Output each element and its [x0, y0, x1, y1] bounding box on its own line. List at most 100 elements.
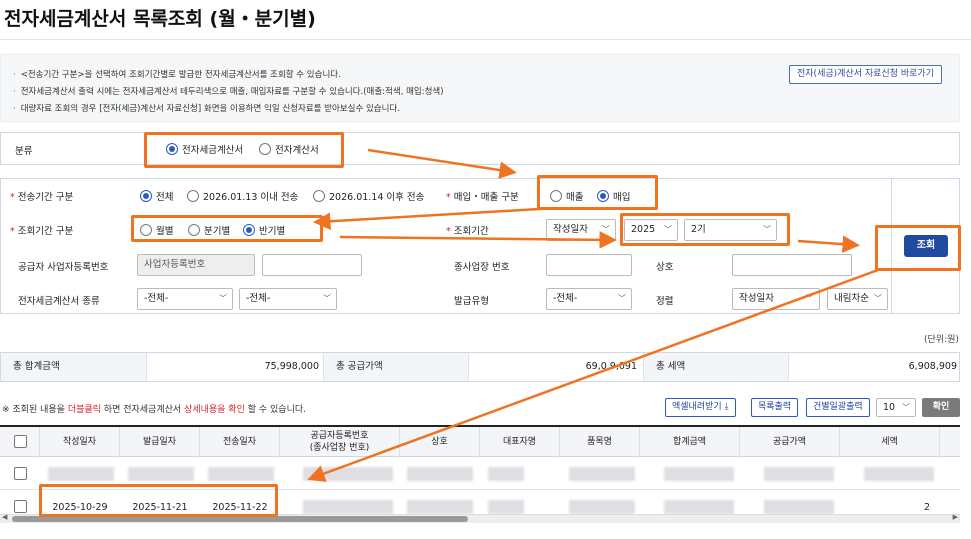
supplier-reg-label: 공급자 사업자등록번호 [18, 262, 109, 273]
blurred-cell [664, 467, 734, 481]
notice-line: 대량자료 조회의 경우 [전자(세금)계산서 자료신청] 화면을 이용하면 익일… [13, 101, 444, 118]
sort-order-select[interactable]: 내림차순 ﹀ [827, 288, 888, 310]
radio-monthly[interactable]: 월별 [140, 223, 173, 237]
confirm-button[interactable]: 확인 [922, 398, 960, 417]
title-divider [0, 39, 971, 40]
invoice-kind-label: 전자세금계산서 종류 [18, 296, 100, 307]
total-amount-label: 총 합계금액 [1, 353, 147, 381]
chevron-down-icon: ﹀ [219, 294, 227, 303]
search-panel-divider [891, 178, 892, 314]
invoice-table: 작성일자 발급일자 전송일자 공급자등록번호 (종사업장 번호) 상호 대표자명… [0, 425, 960, 525]
invoice-kind-select-2[interactable]: -전체- ﹀ [239, 288, 337, 310]
header-cell[interactable]: 공급가액 [740, 427, 840, 457]
blurred-cell [864, 467, 934, 481]
blurred-cell [664, 500, 734, 514]
term-select[interactable]: 2기 ﹀ [684, 219, 777, 241]
notice-line: 전자세금계산서 출력 시에는 전자세금계산서 테두리색으로 매출, 매입자료를 … [13, 84, 444, 101]
blurred-cell [488, 467, 524, 481]
summary-bar: 총 합계금액 75,998,000 총 공급가액 69,0 9,091 총 세액… [0, 352, 960, 382]
radio-send-before[interactable]: 2026.01.13 이내 전송 [187, 189, 298, 203]
issue-type-select[interactable]: -전체- ﹀ [546, 288, 632, 310]
company-name-input[interactable] [732, 254, 852, 276]
header-cell[interactable]: 합계금액 [640, 427, 740, 457]
chevron-down-icon: ﹀ [902, 403, 910, 412]
radio-e-tax-invoice[interactable]: 전자세금계산서 [166, 142, 243, 156]
blurred-cell [488, 500, 524, 514]
header-cell[interactable]: 발급일자 [120, 427, 200, 457]
unit-label: (단위:원) [924, 335, 959, 345]
chevron-down-icon: ﹀ [806, 294, 814, 303]
blurred-cell [569, 500, 635, 514]
total-tax-label: 총 세액 [643, 353, 789, 381]
send-period-label: 전송기간 구분 [10, 189, 73, 203]
date-basis-select[interactable]: 작성일자 ﹀ [546, 219, 616, 241]
period-type-label: 조회기간 구분 [10, 223, 73, 237]
header-cell[interactable]: 작성일자 [40, 427, 120, 457]
supplier-reg-type-field: 사업자등록번호 [137, 254, 255, 276]
radio-unselected-icon [188, 224, 200, 236]
chevron-down-icon: ﹀ [323, 294, 331, 303]
blurred-cell [208, 467, 274, 481]
radio-unselected-icon [259, 143, 271, 155]
radio-send-all[interactable]: 전체 [140, 189, 173, 203]
branch-no-input[interactable] [546, 254, 632, 276]
table-header: 작성일자 발급일자 전송일자 공급자등록번호 (종사업장 번호) 상호 대표자명… [0, 427, 960, 457]
category-row: 분류 전자세금계산서 전자계산서 [0, 132, 960, 165]
scroll-thumb[interactable] [12, 516, 468, 522]
chevron-down-icon: ﹀ [618, 294, 626, 303]
radio-e-invoice[interactable]: 전자계산서 [259, 142, 319, 156]
select-all-checkbox[interactable] [14, 435, 27, 448]
horizontal-scrollbar[interactable]: ◀ ▶ [0, 513, 960, 523]
trade-type-label: 매입・매출 구분 [446, 189, 519, 203]
scroll-left-icon[interactable]: ◀ [2, 513, 7, 521]
print-list-button[interactable]: 목록출력 [751, 398, 799, 417]
blurred-cell [303, 467, 393, 481]
invoice-kind-select-1[interactable]: -전체- ﹀ [137, 288, 233, 310]
header-cell[interactable]: 품목명 [560, 427, 640, 457]
header-cell[interactable]: 상호 [400, 427, 480, 457]
supplier-reg-input[interactable] [262, 254, 362, 276]
radio-sales[interactable]: 매출 [550, 189, 583, 203]
search-button[interactable]: 조회 [904, 235, 948, 257]
row-checkbox[interactable] [14, 467, 27, 480]
page-title: 전자세금계산서 목록조회 (월・분기별) [4, 8, 316, 30]
scroll-right-icon[interactable]: ▶ [953, 513, 958, 521]
blurred-cell [764, 500, 834, 514]
radio-unselected-icon [313, 190, 325, 202]
radio-purchase[interactable]: 매입 [597, 189, 630, 203]
header-cell[interactable]: 대표자명 [480, 427, 560, 457]
blurred-cell [407, 500, 473, 514]
chevron-down-icon: ﹀ [664, 225, 672, 234]
chevron-down-icon: ﹀ [602, 225, 610, 234]
header-cell[interactable]: 공급자등록번호 (종사업장 번호) [280, 427, 400, 457]
data-request-shortcut-button[interactable]: 전자(세금)계산서 자료신청 바로가기 [789, 65, 942, 84]
category-label: 분류 [15, 146, 33, 157]
radio-send-after[interactable]: 2026.01.14 이후 전송 [313, 189, 424, 203]
period-label: 조회기간 [446, 223, 489, 237]
header-cell[interactable]: 세액 [840, 427, 940, 457]
table-row[interactable] [0, 458, 960, 490]
year-select[interactable]: 2025 ﹀ [624, 219, 678, 241]
blurred-cell [128, 467, 194, 481]
row-checkbox[interactable] [14, 500, 27, 513]
double-click-hint: ※ 조회된 내용을 더블클릭 하면 전자세금계산서 상세내용을 확인 할 수 있… [2, 405, 306, 415]
radio-half-year[interactable]: 반기별 [243, 223, 285, 237]
batch-print-button[interactable]: 건별일괄출력 [806, 398, 870, 417]
radio-unselected-icon [550, 190, 562, 202]
excel-download-button[interactable]: 엑셀내려받기 ⤓ [665, 398, 736, 417]
notice-line: <전송기간 구분>을 선택하여 조회기간별로 발급한 전자세금계산서를 조회할 … [13, 67, 444, 84]
sort-field-select[interactable]: 작성일자 ﹀ [732, 288, 820, 310]
blurred-cell [303, 500, 393, 514]
total-supply-value: 69,0 9,091 [585, 361, 637, 372]
radio-selected-icon [140, 190, 152, 202]
radio-selected-icon [597, 190, 609, 202]
notice-box: <전송기간 구분>을 선택하여 조회기간별로 발급한 전자세금계산서를 조회할 … [0, 54, 960, 122]
page-size-select[interactable]: 10 ﹀ [876, 398, 916, 417]
total-tax-value: 6,908,909 [908, 361, 957, 372]
chevron-down-icon: ﹀ [763, 225, 771, 234]
blurred-cell [48, 467, 114, 481]
header-cell[interactable]: 전송일자 [200, 427, 280, 457]
company-name-label: 상호 [656, 262, 674, 273]
radio-quarterly[interactable]: 분기별 [188, 223, 230, 237]
sort-label: 정렬 [656, 296, 674, 307]
